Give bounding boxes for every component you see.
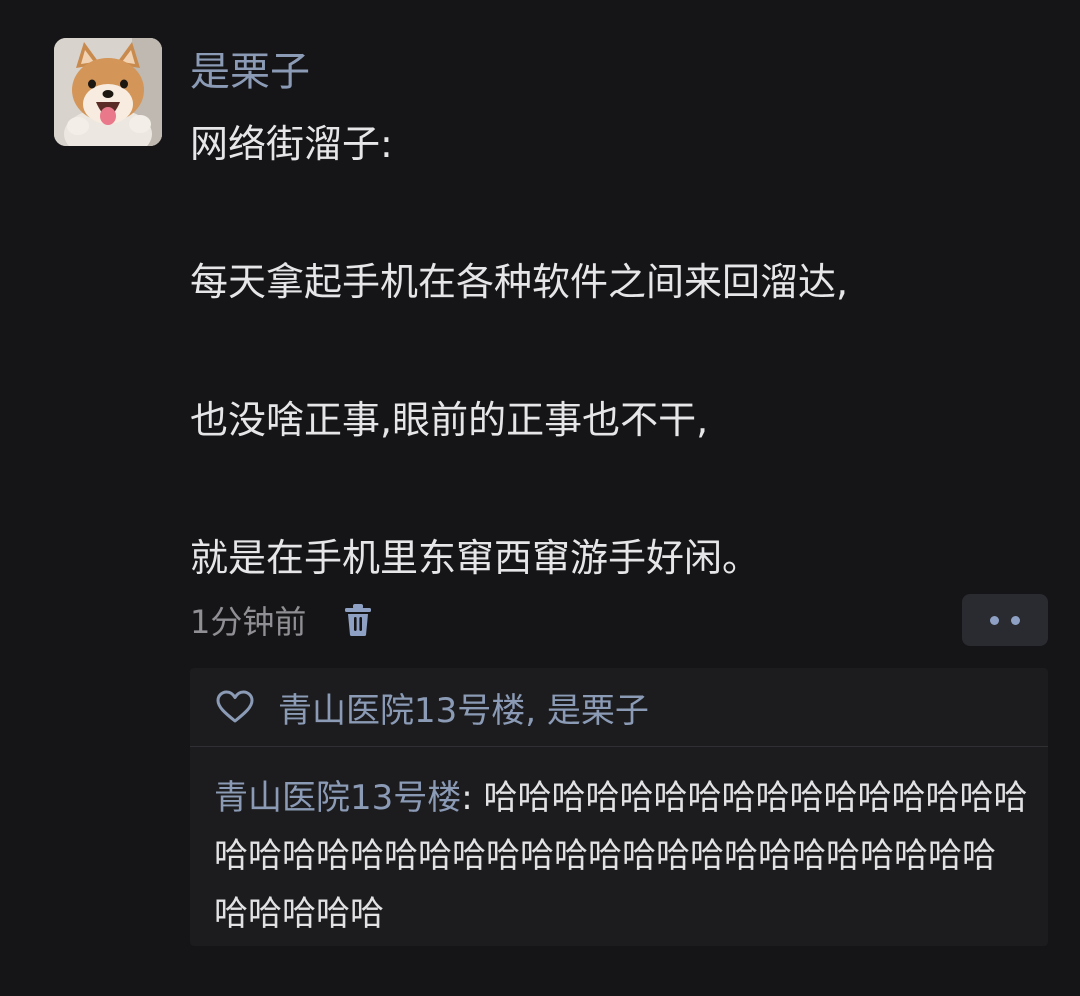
post-line: 网络街溜子: <box>190 122 393 166</box>
shiba-dog-avatar-icon <box>54 38 162 146</box>
more-dots-icon[interactable] <box>962 594 1048 646</box>
comment-author[interactable]: 青山医院13号楼 <box>214 778 461 818</box>
post-content: 网络街溜子: 每天拿起手机在各种软件之间来回溜达, 也没啥正事,眼前的正事也不干… <box>190 116 1050 586</box>
likes-row: 青山医院13号楼, 是栗子 <box>190 668 1048 747</box>
more-dot <box>990 615 999 625</box>
post-line: 也没啥正事,眼前的正事也不干, <box>190 398 709 442</box>
comment-item[interactable]: 青山医院13号楼: 哈哈哈哈哈哈哈哈哈哈哈哈哈哈哈哈哈哈哈哈哈哈哈哈哈哈哈哈哈哈… <box>190 747 1048 943</box>
username[interactable]: 是栗子 <box>190 44 310 100</box>
more-dot <box>1011 615 1020 625</box>
heart-outline-icon <box>216 690 254 724</box>
comment-separator: : <box>461 778 484 818</box>
post-line: 就是在手机里东窜西窜游手好闲。 <box>190 536 761 580</box>
timestamp: 1分钟前 <box>190 603 307 641</box>
avatar[interactable] <box>54 38 162 146</box>
post-line: 每天拿起手机在各种软件之间来回溜达, <box>190 260 849 304</box>
post-meta: 1分钟前 <box>190 598 372 642</box>
comment-section: 青山医院13号楼, 是栗子 青山医院13号楼: 哈哈哈哈哈哈哈哈哈哈哈哈哈哈哈哈… <box>190 668 1048 946</box>
trash-icon[interactable] <box>344 603 372 637</box>
likes-names[interactable]: 青山医院13号楼, 是栗子 <box>278 683 649 732</box>
